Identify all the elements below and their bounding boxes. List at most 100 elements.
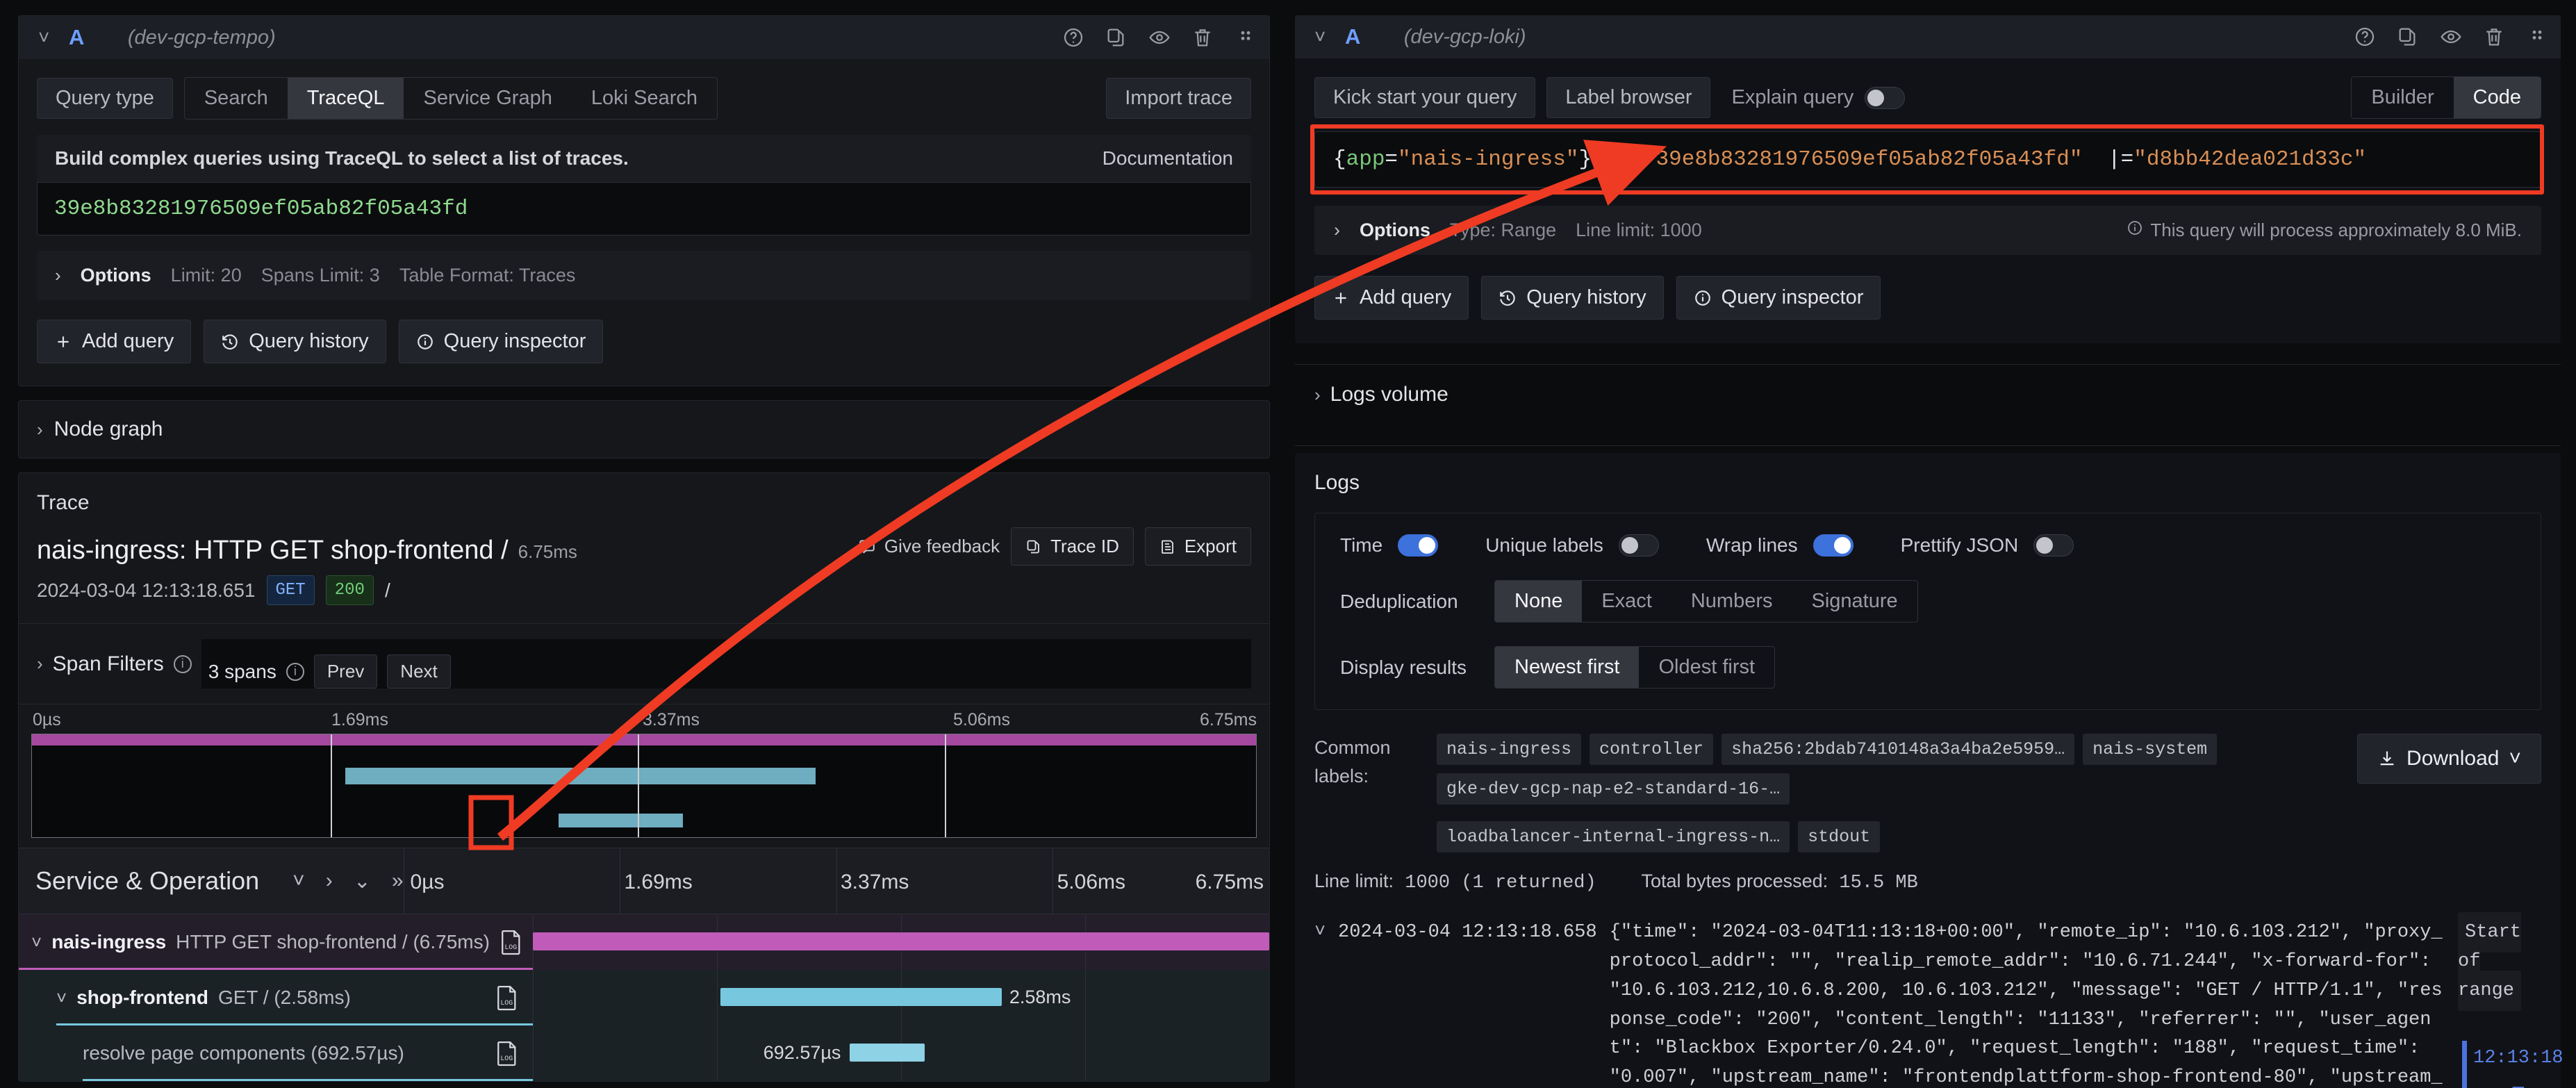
span-logs-icon[interactable]: LOG: [499, 928, 523, 956]
explain-query-toggle[interactable]: [1865, 87, 1905, 109]
drag-handle-icon[interactable]: [1235, 26, 1257, 49]
span-logs-icon[interactable]: LOG: [495, 984, 519, 1012]
trace-header: nais-ingress: HTTP GET shop-frontend / 6…: [19, 523, 1269, 566]
timeline-tick-4: 6.75ms: [1196, 871, 1264, 894]
duplicate-icon[interactable]: [1105, 26, 1128, 49]
loki-options-bar[interactable]: › Options Type: Range Line limit: 1000 T…: [1314, 206, 2541, 255]
mode-builder[interactable]: Builder: [2352, 77, 2453, 118]
total-bytes-label: Total bytes processed:: [1642, 871, 1828, 891]
kick-start-query-button[interactable]: Kick start your query: [1314, 77, 1535, 118]
minimap-body[interactable]: [31, 734, 1257, 838]
total-bytes-value: 15.5 MB: [1839, 873, 1917, 893]
expand-all-icon[interactable]: »: [392, 869, 404, 893]
query-inspector-button[interactable]: Query inspector: [399, 320, 604, 363]
query-history-button[interactable]: Query history: [1481, 276, 1663, 320]
help-icon[interactable]: [1062, 26, 1084, 49]
display-results-options[interactable]: Newest first Oldest first: [1494, 646, 1775, 689]
dedup-signature[interactable]: Signature: [1792, 581, 1917, 622]
chevron-down-icon[interactable]: ˅: [1314, 27, 1327, 47]
dedup-exact[interactable]: Exact: [1582, 581, 1671, 622]
label-chip[interactable]: nais-system: [2083, 734, 2217, 765]
logs-volume-section[interactable]: › Logs volume: [1295, 365, 2561, 425]
collapse-all-icon[interactable]: ⌄: [354, 869, 371, 893]
chevron-down-icon[interactable]: ˅: [31, 932, 42, 953]
documentation-link[interactable]: Documentation: [1103, 147, 1233, 170]
loki-button-row: Add query Query history Query inspector: [1295, 255, 2561, 343]
prev-span-button[interactable]: Prev: [314, 654, 377, 689]
prettify-json-toggle[interactable]: [2033, 534, 2074, 557]
order-oldest-first[interactable]: Oldest first: [1639, 647, 1774, 688]
label-browser-button[interactable]: Label browser: [1546, 77, 1710, 118]
download-label: Download: [2406, 747, 2499, 770]
minimap-tick-4: 6.75ms: [1200, 710, 1257, 730]
time-toggle[interactable]: [1398, 534, 1438, 557]
eye-icon[interactable]: [1148, 26, 1171, 49]
traceql-input[interactable]: 39e8b83281976509ef05ab82f05a43fd: [37, 182, 1251, 236]
query-history-button[interactable]: Query history: [204, 320, 386, 363]
eye-icon[interactable]: [2440, 26, 2462, 48]
tab-loki-search[interactable]: Loki Search: [572, 78, 717, 119]
span-row-shop-frontend[interactable]: ˅ shop-frontend GET / (2.58ms) LOG 2.58m…: [19, 970, 1269, 1025]
query-type-tabs[interactable]: Search TraceQL Service Graph Loki Search: [184, 77, 718, 119]
node-graph-section[interactable]: › Node graph: [18, 400, 1270, 459]
expand-one-icon[interactable]: ›: [326, 869, 333, 893]
minimap-bar-root: [32, 734, 1256, 745]
add-query-button[interactable]: Add query: [37, 320, 191, 363]
label-chip[interactable]: nais-ingress: [1437, 734, 1581, 765]
collapse-one-icon[interactable]: ˅: [292, 869, 305, 893]
span-name-cell: ˅ nais-ingress HTTP GET shop-frontend / …: [19, 914, 533, 970]
query-inspector-button[interactable]: Query inspector: [1676, 276, 1881, 320]
log-row[interactable]: ˅ 2024-03-04 12:13:18.658 {"time": "2024…: [1295, 918, 2561, 1088]
span-logs-icon[interactable]: LOG: [495, 1039, 519, 1067]
loki-query-input[interactable]: {app="nais-ingress"} |="39e8b83281976509…: [1314, 131, 2541, 188]
unique-labels-toggle[interactable]: [1619, 534, 1659, 557]
label-chip[interactable]: loadbalancer-internal-ingress-n…: [1437, 821, 1790, 852]
tab-traceql[interactable]: TraceQL: [288, 78, 404, 119]
dedup-numbers[interactable]: Numbers: [1671, 581, 1792, 622]
trace-id-button[interactable]: Trace ID: [1011, 527, 1134, 566]
add-query-button[interactable]: Add query: [1314, 276, 1469, 320]
help-icon[interactable]: [2354, 26, 2376, 48]
tab-service-graph[interactable]: Service Graph: [404, 78, 571, 119]
trash-icon[interactable]: [1191, 26, 1214, 49]
minimap-tick-2: 3.37ms: [643, 710, 700, 730]
info-icon: i: [174, 655, 192, 673]
loki-query-editor: ˅ A (dev-gcp-loki) Kick start your query…: [1295, 15, 2561, 343]
label-chip[interactable]: controller: [1590, 734, 1713, 765]
drag-handle-icon[interactable]: [2526, 26, 2548, 48]
next-span-button[interactable]: Next: [387, 654, 450, 689]
span-filters-row[interactable]: › Span Filters i 3 spans i Prev Next: [19, 623, 1269, 704]
deduplication-options[interactable]: None Exact Numbers Signature: [1494, 580, 1918, 623]
tempo-options-bar[interactable]: › Options Limit: 20 Spans Limit: 3 Table…: [37, 251, 1251, 300]
query-type-row: Query type Search TraceQL Service Graph …: [19, 59, 1269, 119]
wrap-lines-toggle[interactable]: [1813, 534, 1853, 557]
label-chip[interactable]: sha256:2bdab7410148a3a4ba2e5959…: [1722, 734, 2074, 765]
span-row-nais-ingress[interactable]: ˅ nais-ingress HTTP GET shop-frontend / …: [19, 914, 1269, 970]
export-button[interactable]: Export: [1145, 527, 1251, 566]
chevron-down-icon[interactable]: ˅: [38, 28, 51, 47]
duplicate-icon[interactable]: [2397, 26, 2419, 48]
trace-minimap[interactable]: 0µs 1.69ms 3.37ms 5.06ms 6.75ms: [19, 704, 1269, 838]
option-line-limit: Line limit: 1000: [1576, 220, 1702, 241]
order-newest-first[interactable]: Newest first: [1495, 647, 1639, 688]
label-chip[interactable]: stdout: [1798, 821, 1880, 852]
option-limit: Limit: 20: [171, 265, 242, 286]
import-trace-button[interactable]: Import trace: [1106, 78, 1251, 119]
add-query-label: Add query: [1360, 286, 1451, 309]
trash-icon[interactable]: [2483, 26, 2505, 48]
unique-labels-toggle-label: Unique labels: [1485, 534, 1603, 557]
minimap-tick-3: 5.06ms: [953, 710, 1010, 730]
span-row-resolve-page-components[interactable]: resolve page components (692.57µs) LOG 6…: [19, 1025, 1269, 1081]
give-feedback-button[interactable]: Give feedback: [858, 536, 1000, 557]
label-chip[interactable]: gke-dev-gcp-nap-e2-standard-16-…: [1437, 773, 1790, 805]
chevron-down-icon[interactable]: ˅: [56, 987, 67, 1009]
chevron-down-icon[interactable]: ˅: [1314, 918, 1331, 1088]
tab-search[interactable]: Search: [185, 78, 288, 119]
mode-code[interactable]: Code: [2454, 77, 2541, 118]
range-times: 12:13:18 — 12:13:18: [2473, 1044, 2563, 1088]
dedup-none[interactable]: None: [1495, 581, 1582, 622]
timeline-tick-3: 5.06ms: [1057, 871, 1125, 894]
trace-id-label: Trace ID: [1050, 536, 1119, 557]
explain-query-control[interactable]: Explain query: [1731, 86, 1905, 109]
download-button[interactable]: Download ˅: [2357, 734, 2541, 784]
